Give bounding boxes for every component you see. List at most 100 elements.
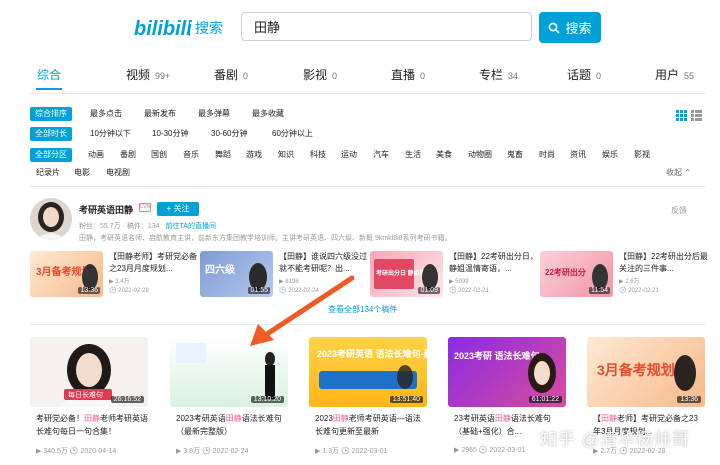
video-thumbnail[interactable]: 每日长难句 26:16:52 xyxy=(30,337,148,407)
duration-badge: 11:54 xyxy=(589,287,610,294)
video-thumbnail[interactable]: 3月备考规划 13:36 xyxy=(587,337,705,407)
thumbnail-text: 3月备考规划 xyxy=(597,362,675,378)
bilibili-logo[interactable]: bilibili xyxy=(134,16,194,40)
follow-button[interactable]: + 关注 xyxy=(157,202,199,216)
user-video-item[interactable]: 3月备考规划 13:36 【田静老师】考研党必备之23月月度规划... ▶ 3.… xyxy=(30,251,200,297)
filter-duration-option[interactable]: 60分钟以上 xyxy=(272,128,313,139)
filter-zone-option[interactable]: 科技 xyxy=(310,149,326,160)
video-title[interactable]: 2023考研英语田静语法长难句（最新完整版） xyxy=(176,412,288,438)
feedback-link[interactable]: 反馈 xyxy=(671,205,687,216)
filter-zone-option[interactable]: 美食 xyxy=(436,149,452,160)
annotation-arrow xyxy=(250,275,355,346)
logo-section-label: 搜索 xyxy=(195,20,223,36)
filter-zone-option[interactable]: 生活 xyxy=(405,149,421,160)
video-meta: ▶ 3.4万 🕒 2022-02-28 xyxy=(109,279,149,294)
filter-duration-selected[interactable]: 全部时长 xyxy=(30,127,72,141)
result-tabs: 综合 视频 99+ 番剧 0 影视 0 直播 0 专栏 34 话题 0 用户 55 xyxy=(0,62,720,92)
filter-zone-option[interactable]: 电影 xyxy=(74,167,90,178)
search-button[interactable]: 搜索 xyxy=(539,12,601,43)
tab-video[interactable]: 视频 99+ xyxy=(126,66,170,83)
filter-zone-option[interactable]: 知识 xyxy=(278,149,294,160)
video-meta: ▶ 340.5万 🕒 2020-04-14 xyxy=(36,448,117,455)
filter-zone-row: 全部分区 动画 番剧 国创 音乐 舞蹈 游戏 知识 科技 运动 汽车 生活 美食… xyxy=(30,148,710,162)
view-toggle-icons[interactable] xyxy=(676,109,702,121)
filter-duration-row: 全部时长 10分钟以下 10-30分钟 30-60分钟 60分钟以上 xyxy=(30,127,710,141)
chevron-up-icon: ⌃ xyxy=(684,168,691,177)
avatar[interactable] xyxy=(30,198,72,240)
svg-text:bilibili: bilibili xyxy=(134,18,192,40)
top-search-bar: bilibili 搜索 搜索 xyxy=(0,0,720,55)
filter-duration-option[interactable]: 10分钟以下 xyxy=(90,128,131,139)
filter-sort-option[interactable]: 最新发布 xyxy=(144,108,176,119)
filter-zone-option[interactable]: 汽车 xyxy=(373,149,389,160)
video-meta: ▶ 2965 🕒 2022-03-01 xyxy=(454,447,526,454)
filter-zone-option[interactable]: 影视 xyxy=(634,149,650,160)
filter-zone-option[interactable]: 动画 xyxy=(88,149,104,160)
video-thumbnail[interactable]: 22考研出分 11:54 xyxy=(540,251,613,297)
filter-zone-selected[interactable]: 全部分区 xyxy=(30,148,72,162)
filter-zone-option[interactable]: 舞蹈 xyxy=(215,149,231,160)
active-tab-indicator xyxy=(36,88,62,90)
user-description: 田静，考研英语名师、启航教育主讲，前新东方集团教学培训师。主讲考研英语、四六级、… xyxy=(79,235,452,242)
user-video-item[interactable]: 22考研出分 11:54 【田静】22考研出分后最关注的三件事... ▶ 2.6… xyxy=(540,251,710,297)
filter-duration-option[interactable]: 10-30分钟 xyxy=(152,128,188,139)
filter-sort-selected[interactable]: 综合排序 xyxy=(30,107,72,121)
fold-filters-button[interactable]: 收起 ⌃ xyxy=(666,167,691,178)
filter-zone-option[interactable]: 电视剧 xyxy=(106,167,130,178)
tab-movie[interactable]: 影视 0 xyxy=(303,66,337,83)
filter-zone-option[interactable]: 纪录片 xyxy=(36,167,60,178)
tab-bangumi[interactable]: 番剧 0 xyxy=(214,66,248,83)
filter-zone-row-2: 纪录片 电影 电视剧 xyxy=(30,166,710,180)
video-thumbnail[interactable]: 考研出分日 静姐寄语 01:09 xyxy=(370,251,443,297)
filter-zone-option[interactable]: 鬼畜 xyxy=(507,149,523,160)
filter-sort-option[interactable]: 最多弹幕 xyxy=(198,108,230,119)
filter-sort-option[interactable]: 最多收藏 xyxy=(252,108,284,119)
filter-zone-option[interactable]: 娱乐 xyxy=(602,149,618,160)
tab-user[interactable]: 用户 55 xyxy=(655,66,694,83)
video-title[interactable]: 【田静】22考研出分后最关注的三件事... xyxy=(619,251,710,275)
video-thumbnail[interactable]: 3月备考规划 13:36 xyxy=(30,251,103,297)
duration-badge: 13:10:20 xyxy=(250,396,284,403)
thumbnail-text: 2023考研 语法长难句 xyxy=(454,350,540,361)
filter-zone-option[interactable]: 动物圈 xyxy=(468,149,492,160)
tab-article[interactable]: 专栏 34 xyxy=(479,66,518,83)
thumbnail-text: 22考研出分 xyxy=(545,267,586,277)
live-room-link[interactable]: 前往TA的直播间 xyxy=(166,223,216,230)
user-card-divider xyxy=(30,186,705,187)
video-title[interactable]: 【田静老师】考研党必备之23月月度规划... xyxy=(109,251,200,275)
level-badge: LV6 xyxy=(139,203,151,212)
user-name[interactable]: 考研英语田静 xyxy=(79,203,133,216)
filter-zone-option[interactable]: 国创 xyxy=(151,149,167,160)
user-video-item[interactable]: 考研出分日 静姐寄语 01:09 【田静】22考研出分日，静姐温情寄语，... … xyxy=(370,251,540,297)
search-icon xyxy=(549,22,561,34)
video-meta: ▶ 3.8万 🕒 2022-02-24 xyxy=(176,448,249,455)
video-title[interactable]: 【田静】22考研出分日，静姐温情寄语，... xyxy=(449,251,540,275)
video-meta: ▶ 5999 🕒 2022-02-21 xyxy=(449,279,489,294)
filter-zone-option[interactable]: 时尚 xyxy=(539,149,555,160)
filter-duration-option[interactable]: 30-60分钟 xyxy=(211,128,247,139)
filter-zone-option[interactable]: 资讯 xyxy=(570,149,586,160)
logo-separator xyxy=(189,20,190,36)
filter-sort-row: 综合排序 最多点击 最新发布 最多弹幕 最多收藏 xyxy=(30,107,710,121)
filter-zone-option[interactable]: 运动 xyxy=(341,149,357,160)
duration-badge: 26:16:52 xyxy=(110,396,144,403)
duration-badge: 01:09 xyxy=(418,287,440,294)
search-input[interactable] xyxy=(241,12,532,41)
duration-badge: 13:36 xyxy=(78,287,100,294)
watermark: 知乎 @清华杨帅哥 xyxy=(540,430,690,449)
tab-topic[interactable]: 话题 0 xyxy=(567,66,601,83)
duration-badge: 61:01:22 xyxy=(528,396,562,403)
user-stats: 粉丝：55.7万 · 稿件：134 前往TA的直播间 xyxy=(79,223,216,230)
video-meta: ▶ 1.3万 🕒 2022-03-01 xyxy=(315,448,388,455)
tab-all[interactable]: 综合 xyxy=(37,66,61,83)
video-title[interactable]: 考研党必备！田静老师考研英语长难句每日一句合集！ xyxy=(36,412,148,438)
filter-zone-option[interactable]: 番剧 xyxy=(120,149,136,160)
video-meta: ▶ 2.6万 🕒 2022-02-21 xyxy=(619,279,659,294)
filter-sort-option[interactable]: 最多点击 xyxy=(90,108,122,119)
filter-zone-option[interactable]: 游戏 xyxy=(246,149,262,160)
video-thumbnail[interactable]: 2023考研 语法长难句 61:01:22 xyxy=(448,337,566,407)
filter-zone-option[interactable]: 音乐 xyxy=(183,149,199,160)
video-title[interactable]: 2023田静老师考研英语—语法长难句更新至最新 xyxy=(315,412,427,438)
section-divider xyxy=(30,324,705,325)
tab-live[interactable]: 直播 0 xyxy=(391,66,425,83)
